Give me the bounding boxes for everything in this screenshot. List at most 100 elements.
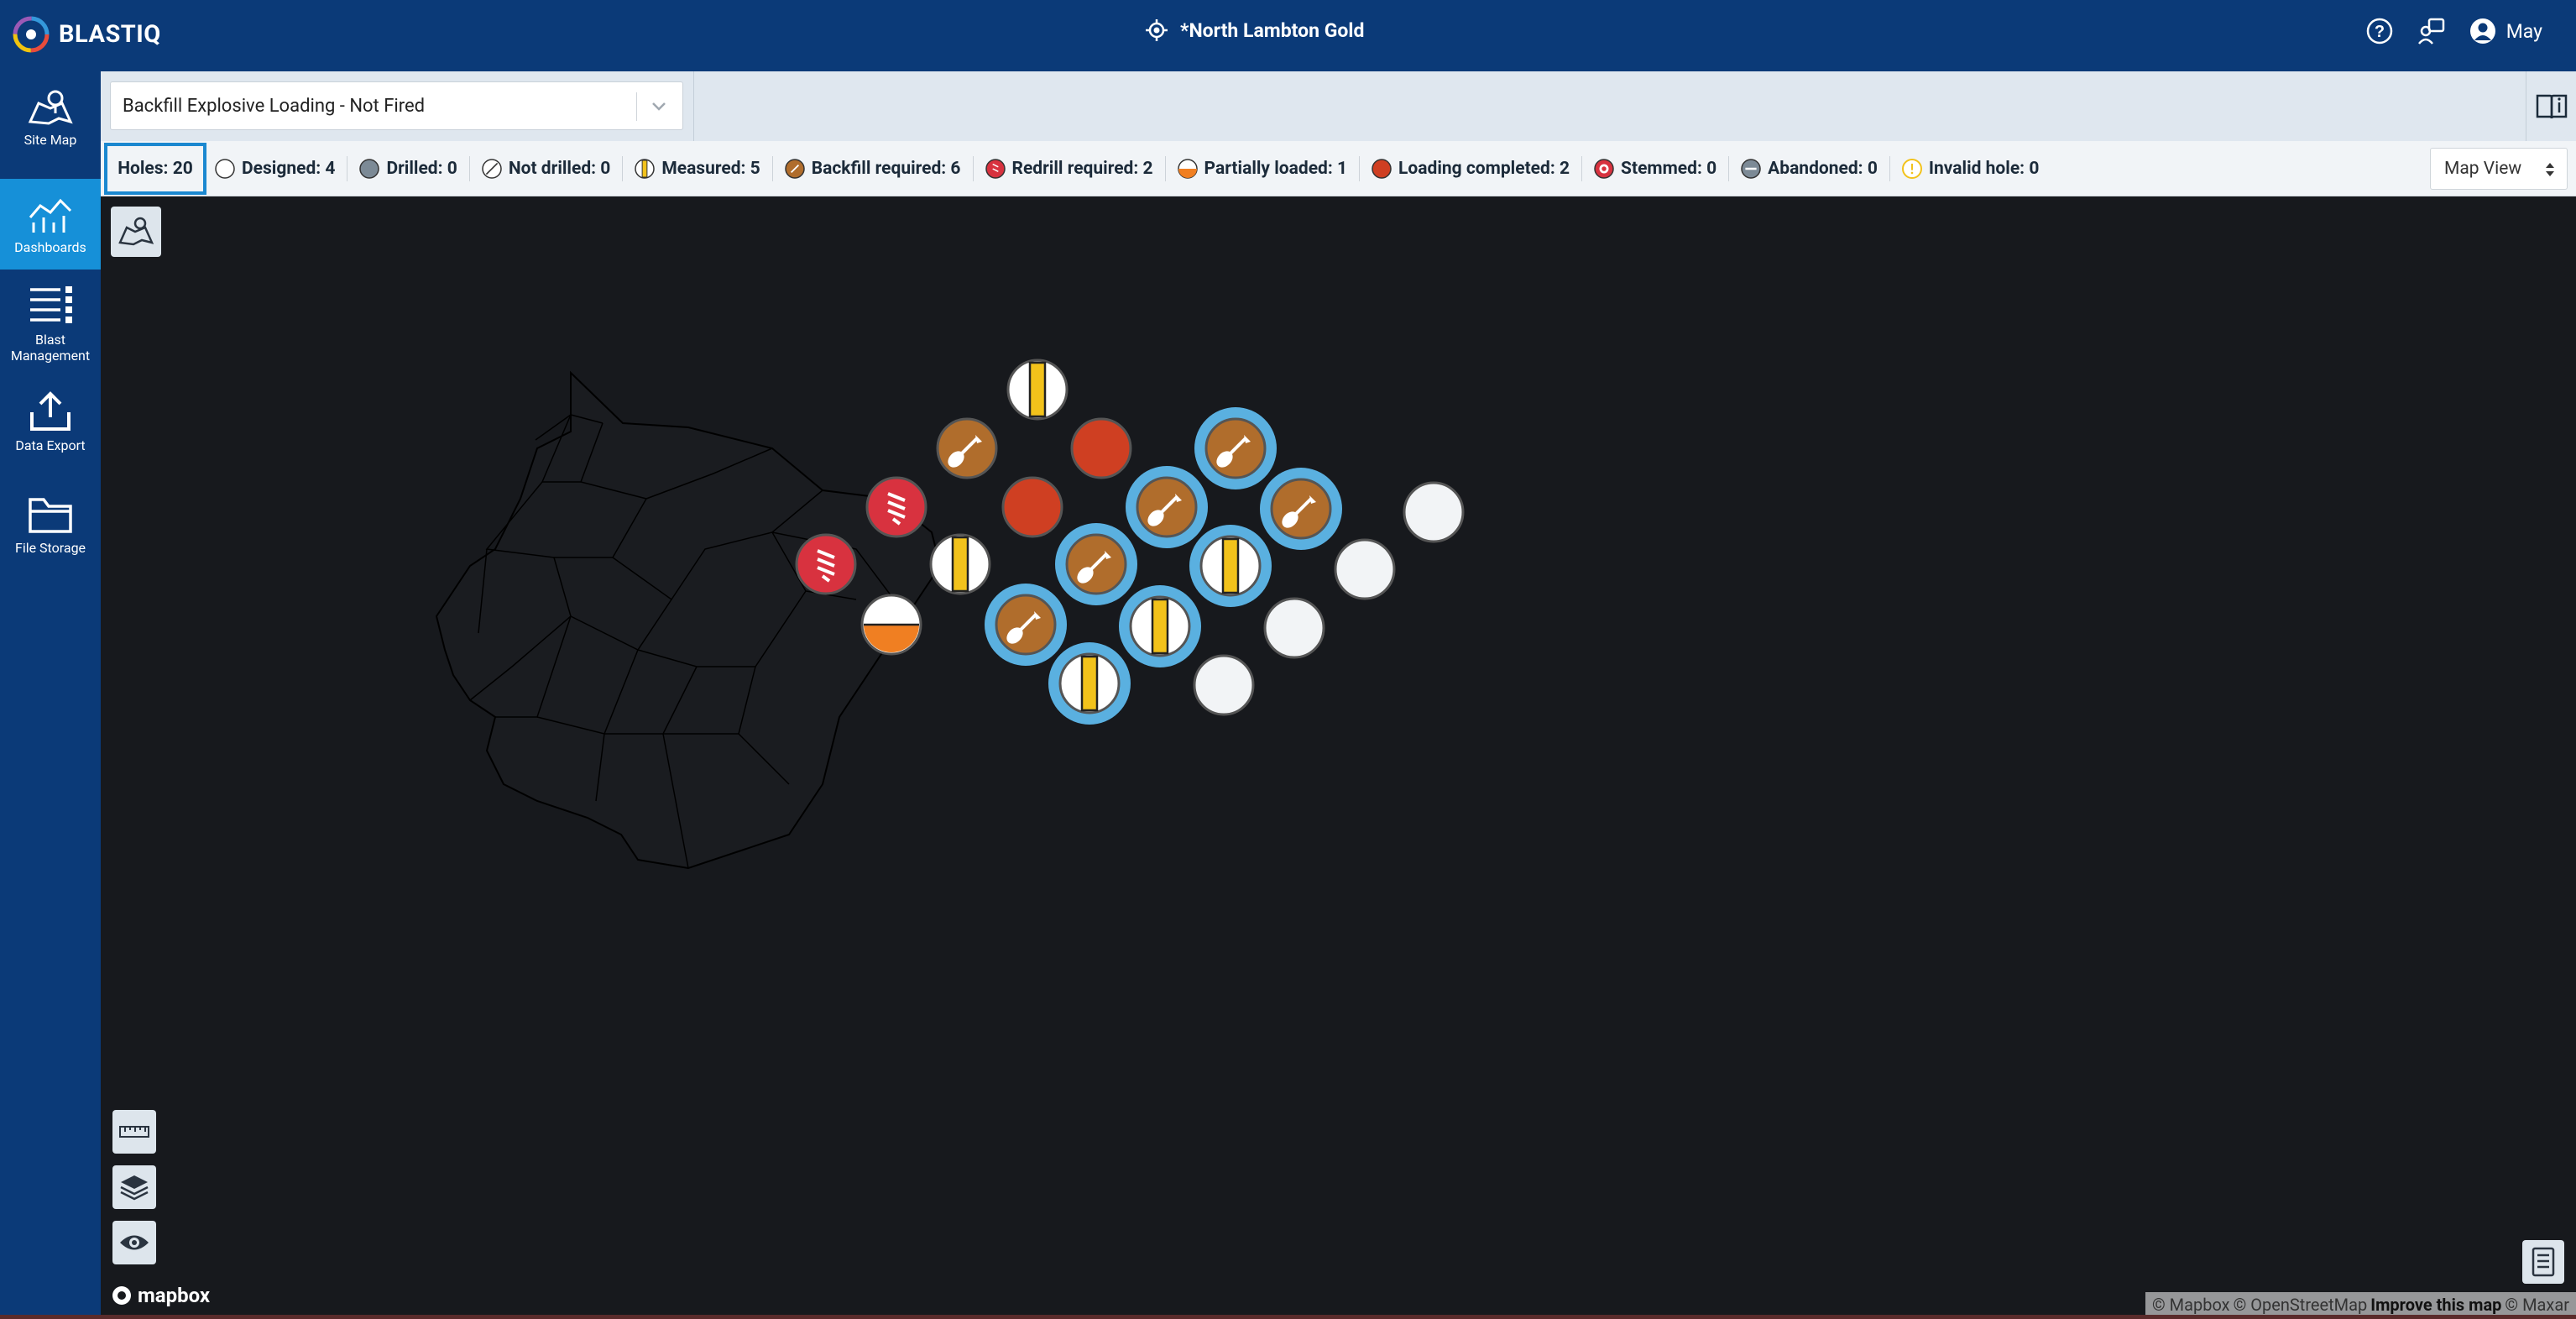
status-filter-abandoned[interactable]: Abandoned: 0 (1728, 156, 1889, 181)
toolbar: Backfill Explosive Loading - Not Fired (101, 71, 2576, 141)
user-menu[interactable]: May (2469, 18, 2542, 44)
holes-count[interactable]: Holes: 20 (104, 143, 206, 195)
drilled-icon (359, 159, 380, 179)
hole-partially-loaded[interactable] (847, 580, 936, 669)
sidebar-item-label: Data Export (15, 437, 86, 453)
designed-icon (215, 159, 235, 179)
sidebar-item-blast-management[interactable]: Blast Management (0, 285, 101, 377)
status-label: Drilled: 0 (386, 159, 457, 179)
status-filter-measured[interactable]: Measured: 5 (622, 156, 771, 181)
mapbox-logo-text: mapbox (138, 1284, 211, 1307)
status-label: Abandoned: 0 (1768, 159, 1878, 179)
dashboard-view-select[interactable]: Backfill Explosive Loading - Not Fired (110, 81, 683, 130)
status-label: Designed: 4 (242, 159, 336, 179)
sidebar-item-label: Site Map (24, 132, 77, 148)
site-map-toggle-button[interactable] (111, 207, 161, 257)
sidebar-item-dashboards[interactable]: Dashboards (0, 179, 101, 270)
app-logo[interactable]: BLASTIQ (12, 15, 161, 54)
loading-completed-icon (1372, 159, 1392, 179)
sidebar: Site Map Dashboards Blast Management Dat… (0, 71, 101, 1319)
invalid-hole-icon (1901, 159, 1922, 179)
view-select-value: Backfill Explosive Loading - Not Fired (123, 95, 426, 117)
hole-partially-loaded-icon (860, 594, 922, 656)
status-label: Not drilled: 0 (508, 159, 611, 179)
status-list: Designed: 4 Drilled: 0 Not drilled: 0 Measu… (215, 141, 2051, 196)
map-view-label: Map View (2444, 159, 2522, 179)
status-filter-invalid-hole[interactable]: Invalid hole: 0 (1889, 156, 2051, 181)
support-icon[interactable] (2417, 17, 2446, 45)
chevron-down-icon (652, 102, 666, 111)
redrill-icon (985, 159, 1006, 179)
mapbox-logo[interactable]: mapbox (111, 1284, 210, 1307)
hole-designed-icon (1193, 654, 1255, 716)
status-label: Invalid hole: 0 (1928, 159, 2040, 179)
status-label: Loading completed: 2 (1398, 159, 1570, 179)
status-label: Partially loaded: 1 (1204, 159, 1348, 179)
status-filter-drilled[interactable]: Drilled: 0 (347, 156, 468, 181)
dashboard-icon (29, 198, 72, 233)
map-icon (118, 217, 154, 246)
upload-icon (30, 391, 71, 431)
attribution-mapbox[interactable]: © Mapbox (2152, 1295, 2230, 1316)
select-divider (636, 92, 637, 121)
map-legend-button[interactable] (2522, 1240, 2564, 1284)
book-info-icon (2536, 94, 2567, 118)
status-filter-loading-completed[interactable]: Loading completed: 2 (1359, 156, 1581, 181)
layers-icon (120, 1175, 149, 1201)
sidebar-item-data-export[interactable]: Data Export (0, 390, 101, 466)
top-bar: BLASTIQ *North Lambton Gold ? May (0, 0, 2576, 71)
attribution-osm[interactable]: © OpenStreetMap (2234, 1295, 2368, 1316)
stemmed-icon (1594, 159, 1614, 179)
sidebar-item-label: Dashboards (14, 239, 86, 255)
attribution-maxar[interactable]: © Maxar (2505, 1295, 2569, 1316)
status-filter-redrill[interactable]: Redrill required: 2 (972, 156, 1165, 181)
svg-text:?: ? (2375, 23, 2385, 41)
sidebar-item-site-map[interactable]: Site Map (0, 88, 101, 164)
mapbox-logo-icon (112, 1286, 131, 1305)
blastiq-logo-icon (13, 16, 50, 53)
layers-button[interactable] (112, 1165, 156, 1209)
status-label: Backfill required: 6 (811, 159, 961, 179)
site-title: *North Lambton Gold (1180, 18, 1365, 42)
map-view-select[interactable]: Map View (2430, 148, 2568, 190)
legend-list-icon (2532, 1247, 2555, 1277)
voronoi-pattern (435, 370, 942, 870)
location-target-icon (1146, 19, 1168, 41)
bottom-strip (0, 1315, 2576, 1319)
hole-status-bar: Holes: 20 Designed: 4 Drilled: 0 Not drill… (101, 141, 2576, 196)
backfill-icon (784, 159, 805, 179)
status-filter-stemmed[interactable]: Stemmed: 0 (1581, 156, 1728, 181)
sidebar-item-label: Blast Management (10, 332, 91, 364)
help-icon[interactable]: ? (2365, 17, 2394, 45)
toolbar-divider (693, 71, 694, 141)
sort-arrows-icon (2546, 163, 2554, 176)
status-filter-partially-loaded[interactable]: Partially loaded: 1 (1164, 156, 1360, 181)
status-filter-backfill[interactable]: Backfill required: 6 (771, 156, 973, 181)
user-avatar-icon (2469, 18, 2495, 44)
abandoned-icon (1741, 159, 1761, 179)
logo-text: BLASTIQ (59, 20, 161, 49)
folder-icon (29, 498, 72, 533)
partially-loaded-icon (1177, 159, 1198, 179)
status-label: Redrill required: 2 (1011, 159, 1153, 179)
status-filter-not-drilled[interactable]: Not drilled: 0 (468, 156, 623, 181)
attribution-improve[interactable]: Improve this map (2370, 1295, 2501, 1316)
hole-measured[interactable] (1045, 639, 1134, 728)
status-filter-designed[interactable]: Designed: 4 (215, 156, 347, 181)
blast-map[interactable]: mapbox © Mapbox © OpenStreetMap Improve … (101, 196, 2576, 1319)
measured-icon (635, 159, 656, 179)
map-icon (28, 90, 73, 125)
visibility-button[interactable] (112, 1221, 156, 1264)
sidebar-item-label: File Storage (14, 540, 86, 556)
legend-book-button[interactable] (2526, 71, 2576, 141)
site-selector[interactable]: *North Lambton Gold (1145, 18, 1364, 42)
measure-ruler-button[interactable] (112, 1110, 156, 1154)
holes-count-label: Holes: 20 (118, 159, 193, 179)
user-name: May (2505, 19, 2542, 43)
not-drilled-icon (482, 159, 502, 179)
hole-designed[interactable] (1179, 641, 1268, 730)
eye-icon (120, 1235, 149, 1250)
hole-measured-icon (1048, 642, 1131, 725)
list-icon (30, 286, 72, 323)
sidebar-item-file-storage[interactable]: File Storage (0, 493, 101, 568)
